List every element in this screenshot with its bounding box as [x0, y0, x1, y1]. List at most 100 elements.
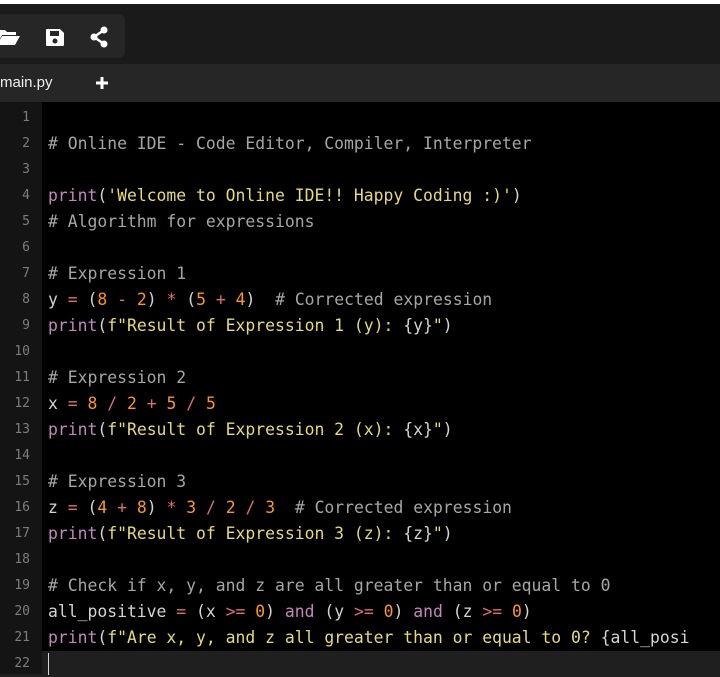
- code-token-plain: (: [77, 498, 98, 517]
- open-folder-icon[interactable]: [0, 24, 22, 50]
- code-token-keyword: print: [48, 420, 98, 439]
- share-icon[interactable]: [86, 24, 112, 50]
- active-line-highlight: [0, 651, 720, 677]
- line-number: 10: [14, 344, 30, 359]
- code-token-number: 2: [225, 498, 236, 517]
- code-token-comment: # Expression 1: [48, 264, 187, 283]
- code-token-plain: ): [521, 602, 532, 621]
- line-number: 2: [22, 136, 30, 151]
- line-number: 15: [14, 474, 30, 489]
- line-number: 22: [14, 656, 30, 671]
- code-token-comment: # Expression 3: [48, 472, 187, 491]
- code-line: # Expression 3: [48, 469, 186, 495]
- code-token-plain: ): [393, 602, 414, 621]
- code-line: print(f"Result of Expression 3 (z): {z}"…: [48, 521, 453, 547]
- code-token-keyword: print: [48, 186, 98, 205]
- code-token-string: f"Are x, y, and z all greater than or eq…: [107, 628, 601, 647]
- line-number: 16: [14, 500, 30, 515]
- code-token-string: f"Result of Expression 2 (x):: [107, 420, 404, 439]
- code-token-plain: (: [97, 524, 108, 543]
- code-token-plain: x: [48, 394, 68, 413]
- code-token-comment: # Corrected expression: [275, 290, 493, 309]
- code-token-operator: >=: [482, 602, 503, 621]
- code-token-number: 5: [196, 290, 206, 309]
- code-token-operator: +: [107, 498, 137, 517]
- line-number: 11: [14, 370, 30, 385]
- code-token-number: 8: [97, 290, 108, 309]
- code-token-number: 4: [235, 290, 246, 309]
- code-token-comment: # Expression 2: [48, 368, 187, 387]
- line-number: 7: [22, 266, 30, 281]
- code-token-keyword: print: [48, 628, 98, 647]
- tab-bar: main.py: [0, 64, 720, 102]
- code-token-number: 0: [383, 602, 394, 621]
- code-token-number: 2: [136, 290, 147, 309]
- code-token-number: 3: [186, 498, 197, 517]
- code-token-plain: (z: [442, 602, 483, 621]
- code-token-plain: y: [48, 290, 68, 309]
- code-token-plain: {x}: [403, 420, 433, 439]
- code-token-number: 8: [136, 498, 147, 517]
- code-token-operator: +: [205, 290, 236, 309]
- line-number: 8: [22, 292, 30, 307]
- code-token-plain: all_positive: [48, 602, 177, 621]
- line-number: 4: [22, 188, 30, 203]
- code-line: all_positive = (x >= 0) and (y >= 0) and…: [48, 599, 532, 625]
- code-token-number: 0: [255, 602, 266, 621]
- code-token-plain: {all_posi: [600, 628, 690, 647]
- code-token-plain: (: [176, 290, 197, 309]
- code-token-comment: # Check if x, y, and z are all greater t…: [48, 576, 611, 595]
- code-token-operator: -: [107, 290, 137, 309]
- code-token-number: 3: [265, 498, 276, 517]
- add-tab-icon[interactable]: [92, 73, 112, 93]
- line-number: 20: [14, 604, 30, 619]
- code-token-plain: (x: [186, 602, 226, 621]
- line-number: 3: [22, 162, 30, 177]
- text-cursor: [48, 653, 49, 675]
- code-token-keyword: print: [48, 524, 98, 543]
- code-token-comment: # Algorithm for expressions: [48, 212, 315, 231]
- line-number: 12: [14, 396, 30, 411]
- line-number: 6: [22, 240, 30, 255]
- tab-main-py[interactable]: main.py: [0, 64, 53, 102]
- code-token-string: f"Result of Expression 1 (y):: [107, 316, 404, 335]
- code-token-plain: (: [97, 628, 108, 647]
- code-token-operator: >=: [354, 602, 374, 621]
- code-token-plain: ): [442, 316, 453, 335]
- line-number: 17: [14, 526, 30, 541]
- code-token-plain: (: [97, 316, 108, 335]
- code-token-operator: /: [176, 394, 206, 413]
- code-token-operator: /: [97, 394, 127, 413]
- code-token-string: 'Welcome to Online IDE!! Happy Coding :)…: [107, 186, 512, 205]
- code-token-string: ": [432, 420, 443, 439]
- code-token-plain: {y}: [403, 316, 433, 335]
- line-number: 19: [14, 578, 30, 593]
- code-token-operator: *: [166, 498, 177, 517]
- code-token-operator: *: [166, 290, 177, 309]
- code-token-plain: ): [265, 602, 285, 621]
- code-token-plain: ): [245, 290, 276, 309]
- code-token-keyword: and: [413, 602, 443, 621]
- code-token-number: 4: [97, 498, 108, 517]
- toolbar: [0, 0, 720, 64]
- code-token-plain: (: [97, 420, 108, 439]
- code-token-operator: =: [67, 290, 78, 309]
- code-token-plain: ): [511, 186, 522, 205]
- code-line: print(f"Result of Expression 1 (y): {y}"…: [48, 313, 453, 339]
- code-token-operator: =: [67, 394, 78, 413]
- save-icon[interactable]: [42, 24, 68, 50]
- code-token-string: f"Result of Expression 3 (z):: [107, 524, 404, 543]
- code-editor[interactable]: 1 2 3 4 5 6 7 8 9 10 11 12 13 14 15 16 17 18 19 20 21 22 # On…: [0, 102, 720, 677]
- code-token-operator: /: [196, 498, 226, 517]
- code-token-operator: =: [176, 602, 187, 621]
- code-line: print(f"Are x, y, and z all greater than…: [48, 625, 689, 651]
- code-token-operator: +: [136, 394, 167, 413]
- code-token-operator: >=: [225, 602, 246, 621]
- code-token-comment: # Online IDE - Code Editor, Compiler, In…: [48, 134, 532, 153]
- toolbar-button-group: [0, 14, 125, 58]
- code-token-keyword: print: [48, 316, 98, 335]
